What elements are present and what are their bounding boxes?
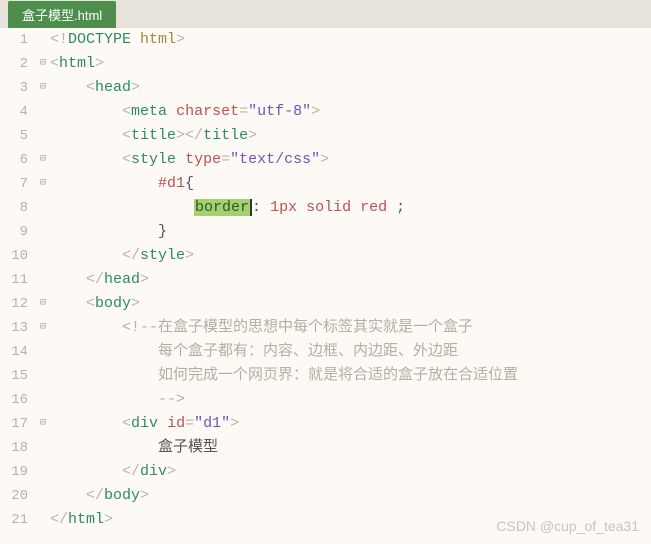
line-number: 18: [0, 436, 36, 460]
line-number: 11: [0, 268, 36, 292]
line-number: 1: [0, 28, 36, 52]
code-line[interactable]: 18 盒子模型: [0, 436, 651, 460]
line-number: 9: [0, 220, 36, 244]
line-number: 2: [0, 52, 36, 76]
fold-toggle: [36, 460, 50, 484]
fold-toggle: [36, 484, 50, 508]
code-content[interactable]: border: 1px solid red ;: [50, 196, 651, 220]
line-number: 3: [0, 76, 36, 100]
code-line[interactable]: 8 border: 1px solid red ;: [0, 196, 651, 220]
line-number: 8: [0, 196, 36, 220]
watermark: CSDN @cup_of_tea31: [496, 518, 639, 534]
code-content[interactable]: <title></title>: [50, 124, 651, 148]
code-line[interactable]: 20 </body>: [0, 484, 651, 508]
file-tab[interactable]: 盒子模型.html: [8, 1, 116, 28]
code-content[interactable]: #d1{: [50, 172, 651, 196]
code-content[interactable]: </style>: [50, 244, 651, 268]
line-number: 14: [0, 340, 36, 364]
line-number: 20: [0, 484, 36, 508]
fold-toggle: [36, 220, 50, 244]
fold-toggle: [36, 244, 50, 268]
fold-toggle: [36, 508, 50, 532]
code-line[interactable]: 13⊟ <!--在盒子模型的思想中每个标签其实就是一个盒子: [0, 316, 651, 340]
code-line[interactable]: 11 </head>: [0, 268, 651, 292]
fold-toggle[interactable]: ⊟: [36, 292, 50, 316]
fold-toggle[interactable]: ⊟: [36, 172, 50, 196]
fold-toggle[interactable]: ⊟: [36, 52, 50, 76]
code-line[interactable]: 1 <!DOCTYPE html>: [0, 28, 651, 52]
code-line[interactable]: 9 }: [0, 220, 651, 244]
code-content[interactable]: </div>: [50, 460, 651, 484]
line-number: 10: [0, 244, 36, 268]
code-content[interactable]: -->: [50, 388, 651, 412]
line-number: 21: [0, 508, 36, 532]
code-content[interactable]: <meta charset="utf-8">: [50, 100, 651, 124]
line-number: 19: [0, 460, 36, 484]
code-line[interactable]: 4 <meta charset="utf-8">: [0, 100, 651, 124]
fold-toggle[interactable]: ⊟: [36, 412, 50, 436]
code-content[interactable]: <body>: [50, 292, 651, 316]
fold-toggle[interactable]: ⊟: [36, 316, 50, 340]
line-number: 12: [0, 292, 36, 316]
code-content[interactable]: 盒子模型: [50, 436, 651, 460]
fold-toggle: [36, 196, 50, 220]
code-line[interactable]: 7⊟ #d1{: [0, 172, 651, 196]
fold-toggle: [36, 364, 50, 388]
code-content[interactable]: <!DOCTYPE html>: [50, 28, 651, 52]
fold-toggle[interactable]: ⊟: [36, 148, 50, 172]
fold-toggle: [36, 268, 50, 292]
line-number: 15: [0, 364, 36, 388]
fold-toggle: [36, 436, 50, 460]
line-number: 4: [0, 100, 36, 124]
code-content[interactable]: <style type="text/css">: [50, 148, 651, 172]
fold-toggle: [36, 388, 50, 412]
code-content[interactable]: <!--在盒子模型的思想中每个标签其实就是一个盒子: [50, 316, 651, 340]
line-number: 16: [0, 388, 36, 412]
line-number: 7: [0, 172, 36, 196]
code-editor[interactable]: 1<!DOCTYPE html>2⊟<html>3⊟ <head>4 <meta…: [0, 28, 651, 532]
code-line[interactable]: 2⊟<html>: [0, 52, 651, 76]
code-content[interactable]: <head>: [50, 76, 651, 100]
fold-toggle: [36, 28, 50, 52]
line-number: 13: [0, 316, 36, 340]
line-number: 6: [0, 148, 36, 172]
code-line[interactable]: 16 -->: [0, 388, 651, 412]
code-line[interactable]: 3⊟ <head>: [0, 76, 651, 100]
code-content[interactable]: }: [50, 220, 651, 244]
code-line[interactable]: 15 如何完成一个网页界：就是将合适的盒子放在合适位置: [0, 364, 651, 388]
fold-toggle[interactable]: ⊟: [36, 76, 50, 100]
code-line[interactable]: 12⊟ <body>: [0, 292, 651, 316]
code-line[interactable]: 19 </div>: [0, 460, 651, 484]
fold-toggle: [36, 100, 50, 124]
line-number: 5: [0, 124, 36, 148]
code-content[interactable]: <html>: [50, 52, 651, 76]
code-content[interactable]: </head>: [50, 268, 651, 292]
code-content[interactable]: </body>: [50, 484, 651, 508]
code-content[interactable]: <div id="d1">: [50, 412, 651, 436]
code-line[interactable]: 14 每个盒子都有：内容、边框、内边距、外边距: [0, 340, 651, 364]
code-content[interactable]: 如何完成一个网页界：就是将合适的盒子放在合适位置: [50, 364, 651, 388]
code-content[interactable]: 每个盒子都有：内容、边框、内边距、外边距: [50, 340, 651, 364]
code-line[interactable]: 10 </style>: [0, 244, 651, 268]
fold-toggle: [36, 124, 50, 148]
code-line[interactable]: 5 <title></title>: [0, 124, 651, 148]
fold-toggle: [36, 340, 50, 364]
code-line[interactable]: 6⊟ <style type="text/css">: [0, 148, 651, 172]
code-line[interactable]: 17⊟ <div id="d1">: [0, 412, 651, 436]
line-number: 17: [0, 412, 36, 436]
tab-bar: 盒子模型.html: [0, 0, 651, 28]
